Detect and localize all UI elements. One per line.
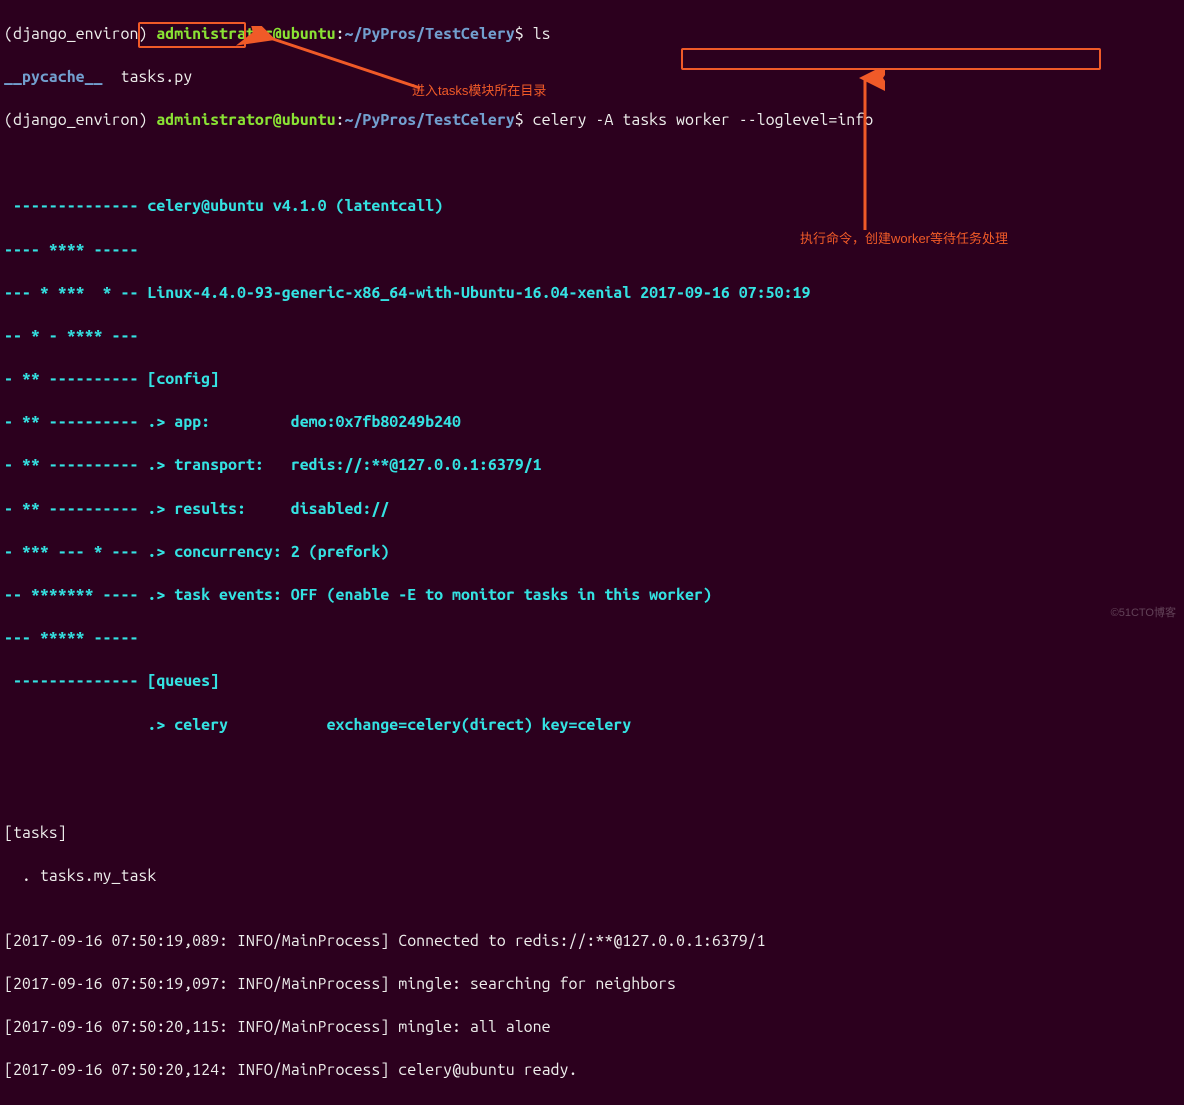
user-host: administrator@ubuntu: [156, 25, 335, 43]
colon: :: [336, 111, 345, 129]
pycache-dir: __pycache__: [4, 68, 103, 86]
command-ls: ls: [533, 25, 551, 43]
banner-line: --- * *** * -- Linux-4.4.0-93-generic-x8…: [4, 283, 1180, 305]
cwd-path: ~/PyPros/TestCelery: [345, 111, 515, 129]
banner-line: -------------- [queues]: [4, 671, 1180, 693]
log-line: [2017-09-16 07:50:20,124: INFO/MainProce…: [4, 1060, 1180, 1082]
dollar: $: [515, 111, 533, 129]
log-line: [2017-09-16 07:50:19,089: INFO/MainProce…: [4, 931, 1180, 953]
dollar: $: [515, 25, 533, 43]
banner-line: -- * - **** ---: [4, 326, 1180, 348]
banner-line: ---- **** -----: [4, 240, 1180, 262]
terminal-output: (django_environ) administrator@ubuntu:~/…: [0, 0, 1184, 1105]
log-line: [2017-09-16 07:50:19,097: INFO/MainProce…: [4, 974, 1180, 996]
watermark: ©51CTO博客: [1111, 606, 1176, 621]
tasks-item: . tasks.my_task: [4, 866, 1180, 888]
command-celery: celery -A tasks worker --loglevel=info: [533, 111, 873, 129]
env-prefix: (django_environ): [4, 111, 156, 129]
banner-line: - *** --- * --- .> concurrency: 2 (prefo…: [4, 542, 1180, 564]
env-prefix: (django_environ): [4, 25, 156, 43]
banner-line: - ** ---------- .> transport: redis://:*…: [4, 455, 1180, 477]
ls-output: __pycache__ tasks.py: [4, 67, 1180, 89]
banner-line: .> celery exchange=celery(direct) key=ce…: [4, 715, 1180, 737]
banner-line: - ** ---------- .> app: demo:0x7fb80249b…: [4, 412, 1180, 434]
tasks-header: [tasks]: [4, 823, 1180, 845]
banner-line: --- ***** -----: [4, 628, 1180, 650]
colon: :: [336, 25, 345, 43]
banner-line: - ** ---------- [config]: [4, 369, 1180, 391]
blank-line: [4, 153, 1180, 175]
banner-line: [4, 758, 1180, 780]
prompt-line-2[interactable]: (django_environ) administrator@ubuntu:~/…: [4, 110, 1180, 132]
log-line: [2017-09-16 07:50:20,115: INFO/MainProce…: [4, 1017, 1180, 1039]
cwd-path: ~/PyPros/TestCelery: [345, 25, 515, 43]
banner-line: -------------- celery@ubuntu v4.1.0 (lat…: [4, 196, 1180, 218]
prompt-line-1[interactable]: (django_environ) administrator@ubuntu:~/…: [4, 24, 1180, 46]
banner-line: -- ******* ---- .> task events: OFF (ena…: [4, 585, 1180, 607]
user-host: administrator@ubuntu: [156, 111, 335, 129]
banner-line: - ** ---------- .> results: disabled://: [4, 499, 1180, 521]
tasks-file: tasks.py: [103, 68, 193, 86]
